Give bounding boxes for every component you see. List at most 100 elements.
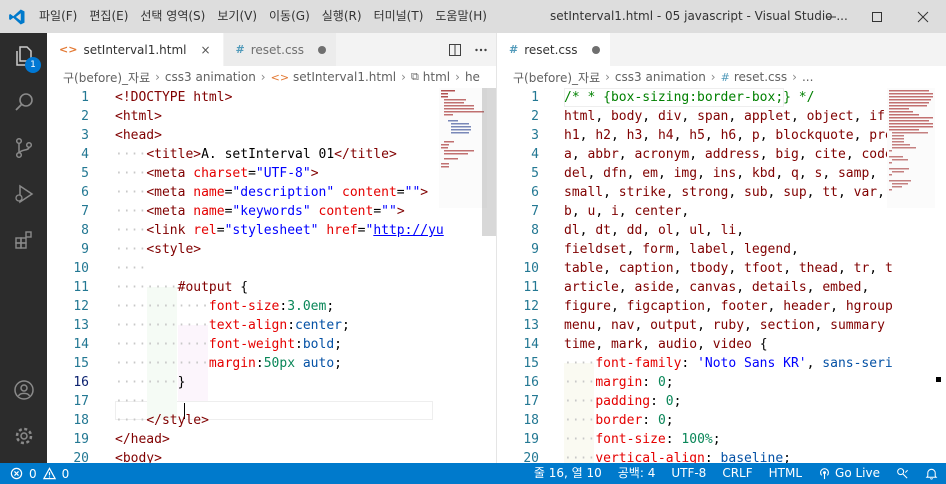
code-editor-left[interactable]: 1 <!DOCTYPE html> 2 <html> 3 <head> 4 ····<titl… [47,88,496,463]
menu-item-0[interactable]: 파일(F) [33,0,83,33]
problems-indicator[interactable]: 0 0 [0,467,69,481]
breadcrumb-item[interactable]: he [465,70,480,84]
breadcrumb-item[interactable]: css3 animation [165,70,256,84]
scrollbar-thumb-left[interactable] [482,88,496,236]
explorer-badge: 1 [25,57,41,73]
breadcrumb-item[interactable]: 구(before)_자료 [63,69,150,86]
breadcrumb-item[interactable]: 구(before)_자료 [513,69,600,86]
line-number: 3 [531,128,539,143]
breadcrumb-item[interactable]: html [423,70,450,84]
chevron-right-icon: › [260,70,266,84]
editor-group-right: # reset.css 구(before)_자료 › css3 animation › #… [497,33,946,463]
line-number: 11 [73,280,89,295]
explorer-button[interactable]: 1 [0,33,47,79]
menu-item-7[interactable]: 도움말(H) [429,0,493,33]
line-number: 1 [531,90,539,105]
vertical-scrollbar-right[interactable] [932,88,946,463]
extensions-button[interactable] [0,217,47,263]
code-line: 17 ···· [47,392,496,411]
breadcrumb-item[interactable]: setInterval1.html [293,70,396,84]
unsaved-dot-icon[interactable] [318,45,327,54]
code-line: 2 <html> [47,107,496,126]
run-debug-button[interactable] [0,171,47,217]
code-text: figure, figcaption, footer, header, hgro… [564,299,893,314]
code-text: <body> [115,451,162,463]
tab-close-icon[interactable]: × [199,43,213,57]
search-button[interactable] [0,79,47,125]
minimap-right[interactable] [887,88,935,208]
tab-left-1[interactable]: # reset.css [223,33,338,66]
breadcrumb-item[interactable]: ... [802,70,813,84]
maximize-icon [872,11,882,22]
tab-right-0[interactable]: # reset.css [497,33,611,66]
go-live-button[interactable]: Go Live [810,463,888,484]
status-bar: 0 0 줄 16, 열 10 공백: 4 UTF-8 CRLF HTML Go … [0,463,946,484]
go-live-label: Go Live [835,466,880,480]
code-text: ····<meta charset="UTF-8"> [115,166,319,181]
maximize-button[interactable] [854,0,900,33]
line-number: 20 [73,451,89,463]
chevron-right-icon: › [792,70,797,84]
code-editor-right[interactable]: 1 /* * {box-sizing:border-box;} */ 2 html, … [497,88,946,463]
breadcrumb-item[interactable]: css3 animation [615,70,706,84]
code-line: 15 ····font-family: 'Noto Sans KR', sans-… [497,354,946,373]
element-icon: ⧉ [410,70,419,83]
code-text: small, strike, strong, sub, sup, tt, var… [564,185,885,200]
eol-setting[interactable]: CRLF [714,463,760,484]
status-bar-right: 줄 16, 열 10 공백: 4 UTF-8 CRLF HTML Go Live [526,463,946,484]
code-text: ····</style> [115,413,209,428]
tab-left-0[interactable]: <> setInterval1.html × [47,33,224,66]
indentation-setting[interactable]: 공백: 4 [610,463,664,484]
line-number: 7 [81,204,89,219]
activity-bar: 1 [0,33,47,463]
source-control-button[interactable] [0,125,47,171]
menu-item-6[interactable]: 터미널(T) [368,0,430,33]
minimize-button[interactable] [808,0,854,33]
code-text: a, abbr, acronym, address, big, cite, co… [564,147,893,162]
code-line: 14 time, mark, audio, video { [497,335,946,354]
menu-item-3[interactable]: 보기(V) [211,0,263,33]
close-window-button[interactable] [900,0,946,33]
encoding-setting[interactable]: UTF-8 [663,463,714,484]
code-line: 11 article, aside, canvas, details, embed… [497,278,946,297]
unsaved-dot-icon[interactable] [591,45,600,54]
vertical-scrollbar-left[interactable] [482,88,496,463]
line-number: 15 [523,356,539,371]
cursor-position[interactable]: 줄 16, 열 10 [526,463,610,484]
language-mode[interactable]: HTML [761,463,810,484]
chevron-right-icon: › [710,70,716,84]
menu-item-1[interactable]: 편집(E) [83,0,134,33]
line-number: 5 [531,166,539,181]
code-line: 12 figure, figcaption, footer, header, hg… [497,297,946,316]
code-text: ········} [115,375,186,390]
menu-item-5[interactable]: 실행(R) [316,0,368,33]
manage-button[interactable] [0,413,47,459]
code-line: 5 ····<meta charset="UTF-8"> [47,164,496,183]
breadcrumb-item[interactable]: reset.css [734,70,787,84]
line-number: 16 [523,375,539,390]
line-number: 14 [73,337,89,352]
menu-item-2[interactable]: 선택 영역(S) [134,0,211,33]
line-number: 14 [523,337,539,352]
code-line: 13 ············text-align:center; [47,316,496,335]
line-number: 8 [531,223,539,238]
more-actions-button[interactable] [470,39,492,61]
feedback-icon [897,468,908,479]
line-number: 10 [73,261,89,276]
code-text: ····<link rel="stylesheet" href="http://… [115,223,444,238]
code-line: 3 <head> [47,126,496,145]
code-line: 15 ············margin:50px auto; [47,354,496,373]
close-icon [917,11,929,22]
minimap-left[interactable] [439,88,487,208]
menu-item-4[interactable]: 이동(G) [263,0,316,33]
code-text: ····border: 0; [564,413,674,428]
feedback-button[interactable] [888,467,917,480]
line-number: 2 [531,109,539,124]
notifications-button[interactable] [917,467,946,480]
accounts-button[interactable] [0,367,47,413]
line-number: 17 [523,394,539,409]
split-editor-button[interactable] [444,39,466,61]
line-number: 11 [523,280,539,295]
code-text: ····font-family: 'Noto Sans KR', sans-se… [564,356,893,371]
css-file-icon: # [720,70,730,84]
